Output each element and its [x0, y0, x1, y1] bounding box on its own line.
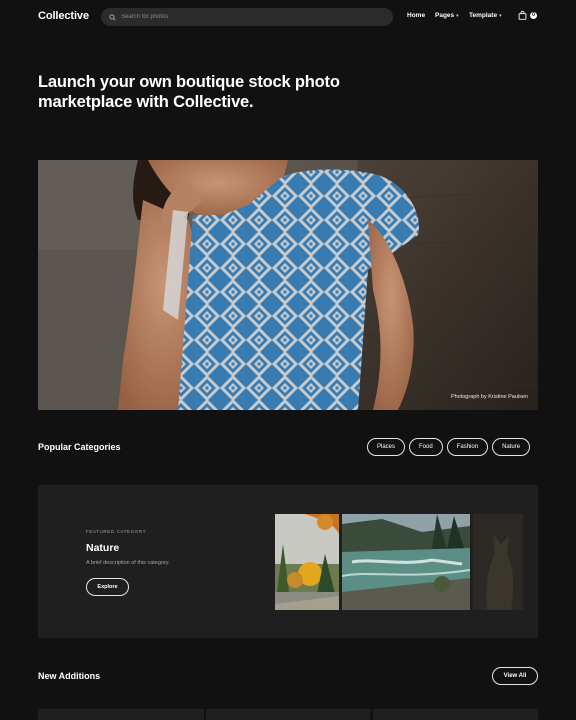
featured-category-card: FEATURED CATEGORY Nature A brief descrip… [38, 485, 538, 638]
nature-thumb-deer[interactable] [473, 514, 523, 610]
new-additions-heading: New Additions [38, 671, 101, 681]
explore-button[interactable]: Explore [86, 578, 129, 596]
chip-places[interactable]: Places [367, 438, 406, 456]
nature-thumb-river[interactable] [342, 514, 470, 610]
photo-credit: Photograph by Kristine Paulsen [450, 394, 528, 400]
category-chips: Places Food Fashion Nature [367, 438, 531, 456]
chip-nature[interactable]: Nature [492, 438, 531, 456]
featured-description: A brief description of this category. [86, 560, 170, 566]
cart-button[interactable]: 0 [518, 11, 538, 23]
view-all-button[interactable]: View All [492, 667, 538, 685]
chip-food[interactable]: Food [409, 438, 443, 456]
new-addition-card[interactable] [206, 709, 370, 720]
hero-heading: Launch your own boutique stock photo mar… [38, 73, 340, 111]
nav-pages-label: Pages [435, 12, 455, 19]
river-image [342, 514, 470, 610]
chevron-down-icon: ▾ [499, 13, 502, 19]
deer-image [473, 514, 523, 610]
hero-image [38, 160, 538, 410]
shopping-bag-icon [518, 11, 527, 20]
hero-photo[interactable]: Photograph by Kristine Paulsen [38, 160, 538, 410]
nature-thumb-autumn[interactable] [275, 514, 339, 610]
site-logo[interactable]: Collective [38, 10, 89, 22]
featured-title: Nature [86, 542, 120, 554]
cart-count-badge: 0 [530, 12, 537, 19]
autumn-forest-image [275, 514, 339, 610]
chevron-down-icon: ▾ [456, 13, 459, 19]
nav-template[interactable]: Template ▾ [469, 12, 502, 19]
categories-heading: Popular Categories [38, 442, 121, 452]
search-icon [109, 13, 116, 21]
new-addition-card[interactable] [38, 709, 204, 720]
search-bar[interactable] [101, 8, 393, 26]
search-input[interactable] [121, 14, 371, 20]
nav-home-label: Home [407, 12, 426, 19]
featured-kicker: FEATURED CATEGORY [86, 529, 147, 534]
nav-template-label: Template [469, 12, 498, 19]
new-addition-card[interactable] [373, 709, 538, 720]
nav-home[interactable]: Home [407, 12, 425, 19]
chip-fashion[interactable]: Fashion [446, 438, 489, 456]
top-nav: Collective Home Pages▾ Template▾ 0 [0, 0, 576, 34]
nav-pages[interactable]: Pages ▾ [435, 12, 459, 19]
